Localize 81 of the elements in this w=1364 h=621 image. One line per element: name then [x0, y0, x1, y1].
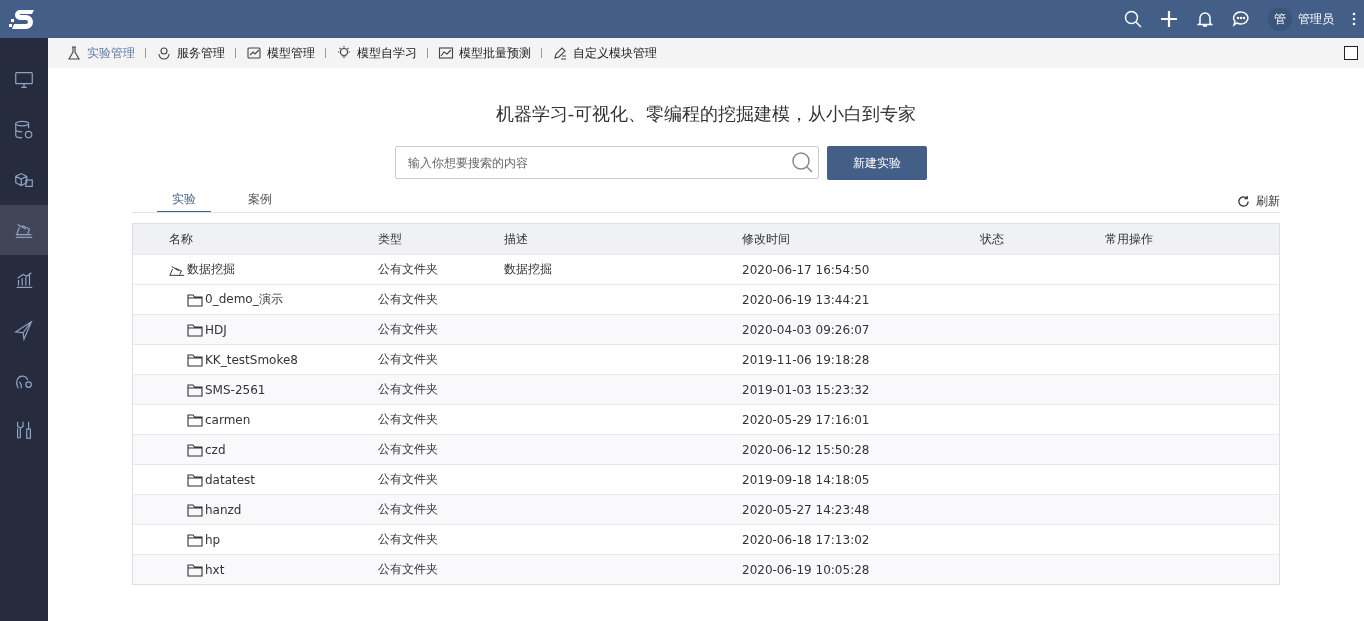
- user-avatar[interactable]: 管: [1268, 7, 1292, 31]
- type-cell: 公有文件夹: [378, 292, 438, 306]
- user-name[interactable]: 管理员: [1298, 10, 1334, 28]
- type-cell: 公有文件夹: [378, 352, 438, 366]
- lightbulb-icon: [336, 45, 352, 61]
- modified-time-cell: 2020-05-27 14:23:48: [742, 502, 870, 517]
- modified-time-cell: 2020-06-18 17:13:02: [742, 532, 870, 547]
- column-header: 状态: [980, 231, 1004, 246]
- type-cell: 公有文件夹: [378, 502, 438, 516]
- name-cell[interactable]: carmen: [205, 412, 251, 427]
- folder-icon: [187, 472, 203, 487]
- new-experiment-button[interactable]: 新建实验: [827, 146, 927, 180]
- modified-time-cell: 2019-11-06 19:18:28: [742, 352, 870, 367]
- folder-icon: [187, 352, 203, 367]
- column-header: 描述: [504, 231, 528, 246]
- modified-time-cell: 2020-06-17 16:54:50: [742, 262, 870, 277]
- toolbar-tab[interactable]: 实验管理: [66, 44, 135, 62]
- monitor-icon: [13, 69, 35, 91]
- name-cell[interactable]: hanzd: [205, 502, 242, 517]
- toolbar-tab[interactable]: 模型批量预测: [438, 44, 531, 62]
- toolbar-tab[interactable]: 模型自学习: [336, 44, 417, 62]
- page-heading: 机器学习-可视化、零编程的挖掘建模，从小白到专家: [494, 102, 918, 126]
- column-header: 名称: [169, 231, 193, 246]
- chat-icon[interactable]: [1232, 10, 1250, 28]
- pen-lines-icon: [552, 45, 568, 61]
- name-cell[interactable]: SMS-2561: [205, 382, 266, 397]
- type-cell: 公有文件夹: [378, 322, 438, 336]
- modified-time-cell: 2019-01-03 15:23:32: [742, 382, 870, 397]
- tab[interactable]: 实验: [157, 188, 211, 212]
- search-icon[interactable]: [791, 151, 813, 173]
- type-cell: 公有文件夹: [378, 412, 438, 426]
- refresh-button[interactable]: 刷新: [1237, 193, 1280, 210]
- modified-time-cell: 2020-04-03 09:26:07: [742, 322, 870, 337]
- type-cell: 公有文件夹: [378, 382, 438, 396]
- column-header: 常用操作: [1105, 231, 1153, 246]
- toolbar-tab[interactable]: 服务管理: [156, 44, 225, 62]
- chart-card-icon: [246, 45, 262, 61]
- refresh-icon: [1237, 195, 1250, 208]
- name-cell[interactable]: KK_testSmoke8: [205, 352, 298, 367]
- modified-time-cell: 2020-06-19 10:05:28: [742, 562, 870, 577]
- name-cell[interactable]: hp: [205, 532, 221, 547]
- type-cell: 公有文件夹: [378, 472, 438, 486]
- folder-icon: [187, 382, 203, 397]
- name-cell[interactable]: 0_demo_演示: [205, 291, 283, 308]
- type-cell: 公有文件夹: [378, 562, 438, 576]
- sidebar-item[interactable]: [0, 205, 48, 255]
- name-cell[interactable]: datatest: [205, 472, 256, 487]
- type-cell: 公有文件夹: [378, 532, 438, 546]
- tab[interactable]: 案例: [233, 188, 287, 212]
- plus-icon[interactable]: [1160, 10, 1178, 28]
- line-chart-icon: [438, 45, 454, 61]
- folder-icon: [187, 442, 203, 457]
- square-icon[interactable]: [1344, 46, 1358, 60]
- folder-icon: [187, 502, 203, 517]
- folder-icon: [187, 412, 203, 427]
- modified-time-cell: 2019-09-18 14:18:05: [742, 472, 870, 487]
- folder-icon: [187, 292, 203, 307]
- column-header: 修改时间: [742, 231, 790, 246]
- bell-icon[interactable]: [1196, 10, 1214, 28]
- paper-plane-icon: [13, 319, 35, 341]
- toolbar-tab[interactable]: 模型管理: [246, 44, 315, 62]
- modified-time-cell: 2020-05-29 17:16:01: [742, 412, 870, 427]
- folder-icon: [187, 562, 203, 577]
- database-gear-icon: [13, 119, 35, 141]
- name-cell[interactable]: czd: [205, 442, 226, 457]
- toolbar-tab[interactable]: 自定义模块管理: [552, 44, 657, 62]
- modified-time-cell: 2020-06-19 13:44:21: [742, 292, 870, 307]
- search-icon[interactable]: [1124, 10, 1142, 28]
- modified-time-cell: 2020-06-12 15:50:28: [742, 442, 870, 457]
- name-cell[interactable]: HDJ: [205, 322, 227, 337]
- more-icon[interactable]: [1352, 12, 1356, 26]
- name-cell[interactable]: hxt: [205, 562, 225, 577]
- description-cell: 数据挖掘: [504, 262, 552, 276]
- column-header: 类型: [378, 231, 402, 246]
- name-cell[interactable]: 数据挖掘: [187, 261, 235, 278]
- flask-icon: [66, 45, 82, 61]
- folder-icon: [187, 322, 203, 337]
- search-field[interactable]: 输入你想要搜索的内容: [395, 146, 819, 179]
- type-cell: 公有文件夹: [378, 442, 438, 456]
- type-cell: 公有文件夹: [378, 262, 438, 276]
- folder-icon: [187, 532, 203, 547]
